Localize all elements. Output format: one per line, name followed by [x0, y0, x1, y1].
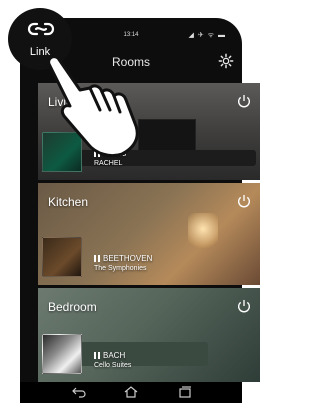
power-icon[interactable]: [236, 298, 252, 314]
room-card-kitchen[interactable]: Kitchen BEETHOVEN The Symphonies: [38, 183, 260, 285]
gear-icon[interactable]: [218, 53, 234, 69]
power-icon[interactable]: [236, 93, 252, 109]
room-scene-lamp: [188, 213, 218, 253]
room-scene-tv: [138, 119, 196, 151]
album-art[interactable]: [42, 237, 82, 277]
room-name: Kitchen: [48, 195, 89, 209]
now-playing[interactable]: BEETHOVEN The Symphonies: [94, 254, 152, 273]
pause-icon: [94, 255, 100, 262]
room-card-bedroom[interactable]: Bedroom BACH Cello Suites: [38, 288, 260, 382]
pointing-hand-icon: [47, 55, 139, 158]
album-art[interactable]: [42, 334, 82, 374]
home-icon[interactable]: [124, 386, 138, 398]
nav-bar: [20, 382, 242, 403]
room-name: Bedroom: [48, 300, 97, 314]
track-artist: BEETHOVEN: [103, 254, 153, 263]
pause-icon: [94, 352, 100, 359]
track-album: The Symphonies: [94, 265, 147, 272]
recent-apps-icon[interactable]: [178, 386, 192, 398]
now-playing[interactable]: BACH Cello Suites: [94, 351, 131, 370]
track-album: Cello Suites: [94, 362, 132, 369]
status-icons: ◢ ✈ ᯤ ▬: [188, 32, 226, 39]
link-icon: [27, 22, 55, 36]
back-icon[interactable]: [72, 386, 86, 398]
track-artist: BACH: [103, 351, 126, 360]
power-icon[interactable]: [236, 193, 252, 209]
